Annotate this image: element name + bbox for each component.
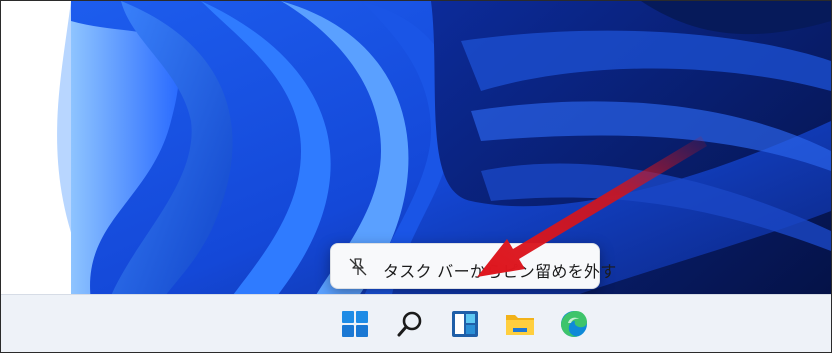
widgets-icon [452,311,478,337]
widgets-button[interactable] [450,309,480,339]
search-button[interactable] [395,309,425,339]
taskbar [1,294,831,352]
edge-browser-icon [561,311,587,337]
file-explorer-button[interactable] [505,309,535,339]
unpin-from-taskbar-menu-item[interactable]: タスク バーからピン留めを外す [335,248,616,284]
file-explorer-icon [506,315,534,335]
unpin-icon [349,258,367,276]
search-icon [397,311,422,337]
edge-browser-button[interactable] [559,309,589,339]
windows-start-icon [342,311,368,337]
windows-start-button[interactable] [340,309,370,339]
desktop-screenshot: タスク バーからピン留めを外す [0,0,832,353]
jump-list-menu: タスク バーからピン留めを外す [330,243,616,289]
unpin-label: タスク バーからピン留めを外す [383,262,617,281]
